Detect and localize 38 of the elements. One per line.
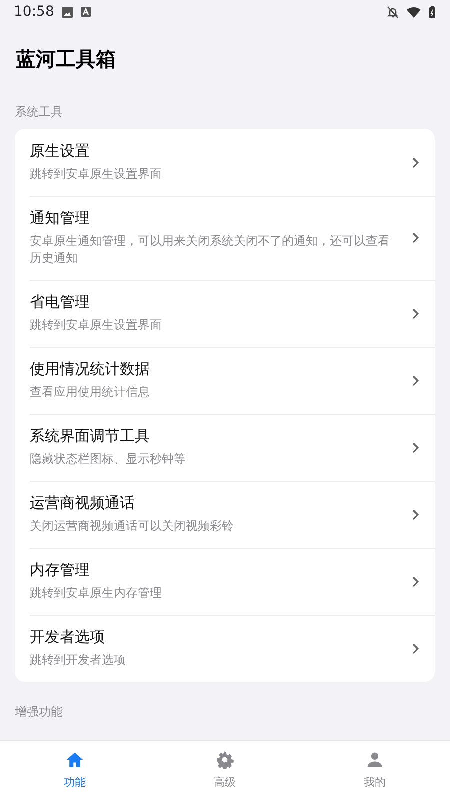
item-subtitle: 隐藏状态栏图标、显示秒钟等 bbox=[30, 451, 187, 468]
item-subtitle: 查看应用使用统计信息 bbox=[30, 384, 151, 401]
item-title[interactable]: 原生设置 bbox=[30, 142, 90, 161]
app-title: 蓝河工具箱 bbox=[16, 46, 117, 73]
nav-tab[interactable]: 高级 bbox=[150, 741, 300, 800]
battery-icon bbox=[429, 6, 436, 18]
font-icon bbox=[81, 7, 92, 17]
muted-bell-icon bbox=[387, 6, 399, 18]
item-title[interactable]: 运营商视频通话 bbox=[30, 494, 135, 513]
chevron-icon bbox=[412, 442, 420, 454]
home-icon bbox=[66, 751, 84, 769]
chevron-icon bbox=[412, 308, 420, 320]
chevron-icon bbox=[412, 374, 420, 386]
item-subtitle: 关闭运营商视频通话可以关闭视频彩铃 bbox=[30, 518, 235, 535]
chevron-icon bbox=[412, 576, 420, 588]
item-title[interactable]: 系统界面调节工具 bbox=[30, 427, 150, 446]
person-icon bbox=[366, 751, 384, 769]
chevron-icon bbox=[412, 156, 420, 168]
status-time: 10:58 bbox=[14, 4, 54, 20]
section-label: 系统工具 bbox=[15, 104, 63, 121]
item-subtitle: 跳转到安卓原生设置界面 bbox=[30, 317, 163, 334]
chevron-icon bbox=[412, 508, 420, 520]
image-icon bbox=[62, 6, 74, 18]
item-subtitle: 跳转到开发者选项 bbox=[30, 652, 127, 669]
item-title[interactable]: 省电管理 bbox=[30, 293, 90, 312]
item-title[interactable]: 内存管理 bbox=[30, 561, 90, 580]
item-title[interactable]: 通知管理 bbox=[30, 209, 90, 228]
wifi-icon bbox=[407, 6, 421, 18]
item-subtitle: 安卓原生通知管理，可以用来关闭系统关闭不了的通知，还可以查看历史通知 bbox=[30, 233, 391, 267]
section-label: 增强功能 bbox=[15, 704, 63, 721]
chevron-icon bbox=[412, 232, 420, 244]
item-title[interactable]: 开发者选项 bbox=[30, 628, 105, 647]
item-subtitle: 跳转到安卓原生设置界面 bbox=[30, 166, 163, 183]
item-title[interactable]: 使用情况统计数据 bbox=[30, 360, 150, 379]
chevron-icon bbox=[412, 642, 420, 654]
item-subtitle: 跳转到安卓原生内存管理 bbox=[30, 585, 163, 602]
nav-tab[interactable]: 功能 bbox=[0, 741, 150, 800]
settings-icon bbox=[216, 751, 234, 769]
